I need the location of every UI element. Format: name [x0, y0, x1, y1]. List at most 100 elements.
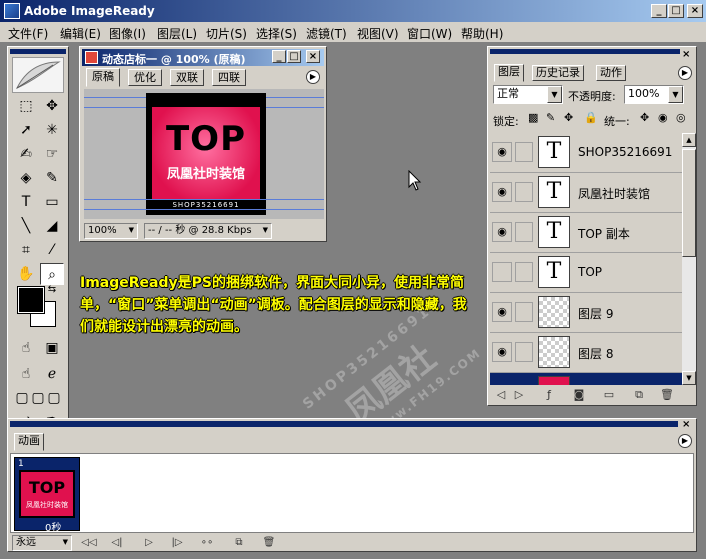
doc-close-button[interactable]: ×	[306, 50, 320, 63]
slice-tool-icon[interactable]: ✍	[14, 143, 38, 165]
magic-wand-tool-icon[interactable]: ✳	[40, 119, 64, 141]
menu-layer[interactable]: 图层(L)	[157, 25, 197, 42]
layer-link-box[interactable]	[515, 302, 533, 322]
animation-menu-arrow-icon[interactable]: ▶	[678, 434, 692, 448]
lock-all-icon[interactable]: 🔒	[584, 111, 598, 124]
tab-history[interactable]: 历史记录	[532, 65, 584, 81]
layer-link-box[interactable]	[515, 262, 533, 282]
slice-select-tool-icon[interactable]: ☞	[40, 143, 64, 165]
layer-effects-icon[interactable]: ƒ	[540, 387, 558, 403]
doc-maximize-button[interactable]: □	[287, 50, 301, 63]
animation-close-icon[interactable]: ×	[682, 419, 690, 430]
tab-4up[interactable]: 四联	[212, 69, 246, 86]
layer-row-selected[interactable]	[490, 373, 682, 385]
imageready-mode-icon[interactable]: ☝	[14, 337, 38, 359]
feather-logo-icon[interactable]	[12, 57, 64, 93]
preview-mode-icon[interactable]: ▣	[40, 337, 64, 359]
tab-layers[interactable]: 图层	[494, 64, 524, 82]
opacity-input[interactable]: 100% ▼	[624, 85, 684, 104]
layer-row[interactable]: ◉ 图层 9	[490, 293, 682, 333]
animation-frame[interactable]: 1 TOP 凤凰社时装馆 0秒	[14, 457, 80, 534]
minimize-button[interactable]: _	[651, 4, 667, 18]
layer-mask-icon[interactable]: ◙	[570, 387, 588, 403]
prev-frame-icon[interactable]: ◁|	[108, 536, 126, 550]
layer-row[interactable]: ◉ T TOP 副本	[490, 213, 682, 253]
doc-minimize-button[interactable]: _	[272, 50, 286, 63]
layers-scrollbar[interactable]: ▲ ▼	[682, 133, 696, 385]
trash-icon[interactable]: 🗑	[658, 387, 676, 403]
eye-icon[interactable]: ◉	[492, 182, 512, 202]
tab-actions[interactable]: 动作	[596, 65, 626, 81]
blend-mode-select[interactable]: 正常 ▼	[493, 85, 563, 104]
new-frame-icon[interactable]: ⧉	[230, 536, 248, 550]
layer-row[interactable]: ◉ 图层 8	[490, 333, 682, 373]
menu-filter[interactable]: 滤镜(T)	[306, 25, 347, 42]
eraser-tool-icon[interactable]: ◈	[14, 167, 38, 189]
eye-hidden-slot[interactable]	[492, 262, 512, 282]
shape-tool-icon[interactable]: ◢	[40, 215, 64, 237]
frame-delay[interactable]: 0秒	[45, 519, 61, 534]
maximize-button[interactable]: □	[668, 4, 684, 18]
menu-help[interactable]: 帮助(H)	[461, 25, 503, 42]
swap-colors-icon[interactable]: ⇆	[44, 283, 60, 297]
foreground-color-swatch[interactable]	[17, 286, 45, 314]
layers-grip[interactable]	[490, 49, 680, 54]
new-set-icon[interactable]: ▭	[600, 387, 618, 403]
scroll-thumb[interactable]	[682, 149, 696, 257]
unify-style-icon[interactable]: ◎	[676, 111, 686, 124]
eye-icon[interactable]: ◉	[492, 142, 512, 162]
layer-link-box[interactable]	[515, 342, 533, 362]
eye-icon[interactable]: ◉	[492, 342, 512, 362]
doc-menu-arrow-icon[interactable]: ▶	[306, 70, 320, 84]
lock-image-icon[interactable]: ✎	[546, 111, 555, 124]
layer-row[interactable]: ◉ T 凤凰社时装馆	[490, 173, 682, 213]
menu-edit[interactable]: 编辑(E)	[60, 25, 101, 42]
play-icon[interactable]: ▷	[140, 536, 158, 550]
menu-select[interactable]: 选择(S)	[256, 25, 297, 42]
type-tool-icon[interactable]: T	[14, 191, 38, 213]
layers-close-icon[interactable]: ×	[682, 49, 690, 60]
menu-slice[interactable]: 切片(S)	[206, 25, 247, 42]
close-button[interactable]: ×	[687, 4, 703, 18]
layer-link-box[interactable]	[515, 222, 533, 242]
move-tool-icon[interactable]: ✥	[40, 95, 64, 117]
screen-mode-standard-icon[interactable]: ▢	[14, 387, 30, 409]
rectangle-tool-icon[interactable]: ▭	[40, 191, 64, 213]
unify-visibility-icon[interactable]: ◉	[658, 111, 668, 124]
marquee-tool-icon[interactable]: ⬚	[14, 95, 38, 117]
menu-view[interactable]: 视图(V)	[357, 25, 399, 42]
screen-mode-full-icon[interactable]: ▢	[46, 387, 62, 409]
new-layer-icon[interactable]: ⧉	[630, 387, 648, 403]
layer-row[interactable]: ◉ T SHOP35216691	[490, 133, 682, 173]
rewind-icon[interactable]: ◁◁	[80, 536, 98, 550]
menu-file[interactable]: 文件(F)	[8, 25, 48, 42]
line-tool-icon[interactable]: ╲	[14, 215, 38, 237]
crop-tool-icon[interactable]: ⌗	[14, 239, 38, 261]
next-layer-icon[interactable]: ▷	[510, 387, 528, 403]
zoom-select[interactable]: 100% ▼	[84, 223, 138, 239]
tab-optimized[interactable]: 优化	[128, 69, 162, 86]
next-frame-icon[interactable]: |▷	[168, 536, 186, 550]
zoom-tool-icon[interactable]: ⌕	[40, 263, 64, 285]
document-title-bar[interactable]: 动态店标一 @ 100% (原稿) _ □ ×	[82, 49, 324, 66]
tween-icon[interactable]: ∘∘	[198, 536, 216, 550]
browser-preview-icon[interactable]: ℯ	[40, 363, 64, 385]
prev-layer-icon[interactable]: ◁	[492, 387, 510, 403]
delete-frame-icon[interactable]: 🗑	[260, 536, 278, 550]
menu-image[interactable]: 图像(I)	[109, 25, 146, 42]
hand-tool-icon[interactable]: ✋	[14, 263, 38, 285]
scroll-up-icon[interactable]: ▲	[682, 133, 696, 147]
lock-position-icon[interactable]: ✥	[564, 111, 573, 124]
eyedropper-tool-icon[interactable]: ⁄	[40, 239, 64, 261]
toolbox-grip[interactable]	[10, 49, 66, 54]
download-time-select[interactable]: -- / -- 秒 @ 28.8 Kbps ▼	[144, 223, 272, 239]
brush-tool-icon[interactable]: ✎	[40, 167, 64, 189]
scroll-down-icon[interactable]: ▼	[682, 371, 696, 385]
lock-transparency-icon[interactable]: ▩	[528, 111, 538, 124]
loop-select[interactable]: 永远 ▼	[12, 535, 72, 551]
layers-menu-arrow-icon[interactable]: ▶	[678, 66, 692, 80]
eye-icon[interactable]: ◉	[492, 302, 512, 322]
layer-link-box[interactable]	[515, 142, 533, 162]
unify-position-icon[interactable]: ✥	[640, 111, 649, 124]
animation-grip[interactable]	[10, 421, 678, 427]
